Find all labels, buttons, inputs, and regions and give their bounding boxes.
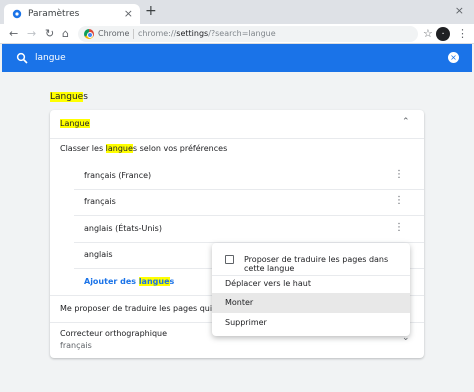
browser-toolbar: ← → ↻ ⌂ Chrome chrome://settings/?search… [0,24,474,44]
tab-settings[interactable]: Paramètres × [4,4,140,24]
move-up-item[interactable]: Monter [225,298,253,307]
divider [50,138,424,139]
tab-close-icon[interactable]: × [124,7,133,20]
url-text: chrome://settings/?search=langue [138,29,276,38]
url-path-strong: settings [176,29,209,38]
add-languages-link[interactable]: Ajouter des langues [84,277,174,286]
order-languages-label: Classer les langues selon vos préférence… [60,144,227,153]
omnibox-separator [133,29,134,39]
add-pre: Ajouter des [84,277,139,286]
home-icon[interactable]: ⌂ [62,27,69,40]
new-tab-button[interactable]: + [145,4,157,18]
language-action-menu: Proposer de traduire les pages dans cett… [212,243,410,336]
add-post: s [169,277,175,286]
settings-search-bar: langue × [2,44,472,72]
more-vert-icon[interactable]: ⋮ [394,223,404,233]
search-input[interactable]: langue [35,53,66,63]
add-highlight: langue [138,277,170,286]
section-title-rest: s [83,92,88,102]
language-item: français (France) [84,171,152,180]
order-pre: Classer les [60,144,106,153]
divider [74,215,424,216]
site-chip: Chrome [98,29,130,38]
language-item: anglais (États-Unis) [84,224,162,233]
language-item: français [84,197,116,206]
menu-divider [212,275,410,276]
language-item: anglais [84,250,113,259]
spellcheck-title[interactable]: Correcteur orthographique [60,329,167,338]
remove-item[interactable]: Supprimer [225,318,267,327]
move-to-top-item[interactable]: Déplacer vers le haut [225,279,311,288]
page-title: Langues [50,92,88,102]
language-header-label: Langue [60,119,90,128]
clear-search-icon[interactable]: × [448,52,459,63]
divider [74,189,424,190]
offer-translate-label[interactable]: Proposer de traduire les pages dans cett… [244,255,410,273]
language-header[interactable]: Langue [60,119,90,128]
tab-strip: Paramètres × + × [0,0,474,24]
bookmark-star-icon[interactable]: ☆ [423,27,433,40]
section-title-highlight: Langue [50,92,84,102]
chrome-icon [84,29,94,39]
more-vert-icon[interactable]: ⋮ [394,170,404,180]
search-icon [16,52,28,64]
more-vert-icon[interactable]: ⋮ [394,196,404,206]
order-highlight: langue [105,144,133,153]
url-query: /?search=langue [208,29,276,38]
gear-icon [12,9,22,19]
forward-arrow-icon[interactable]: → [27,27,36,40]
offer-translate-checkbox[interactable] [225,255,234,264]
chevron-up-icon[interactable]: ⌃ [402,117,410,127]
order-post: s selon vos préférences [132,144,228,153]
back-arrow-icon[interactable]: ← [9,27,18,40]
reload-icon[interactable]: ↻ [45,27,54,40]
url-host: chrome:// [138,29,177,38]
window-close-icon[interactable]: × [455,4,464,17]
avatar[interactable]: • [436,27,450,41]
browser-menu-icon[interactable]: ⋮ [457,27,468,40]
spellcheck-value: français [60,341,92,350]
address-bar[interactable]: Chrome chrome://settings/?search=langue [78,26,418,42]
tab-title: Paramètres [28,9,80,19]
